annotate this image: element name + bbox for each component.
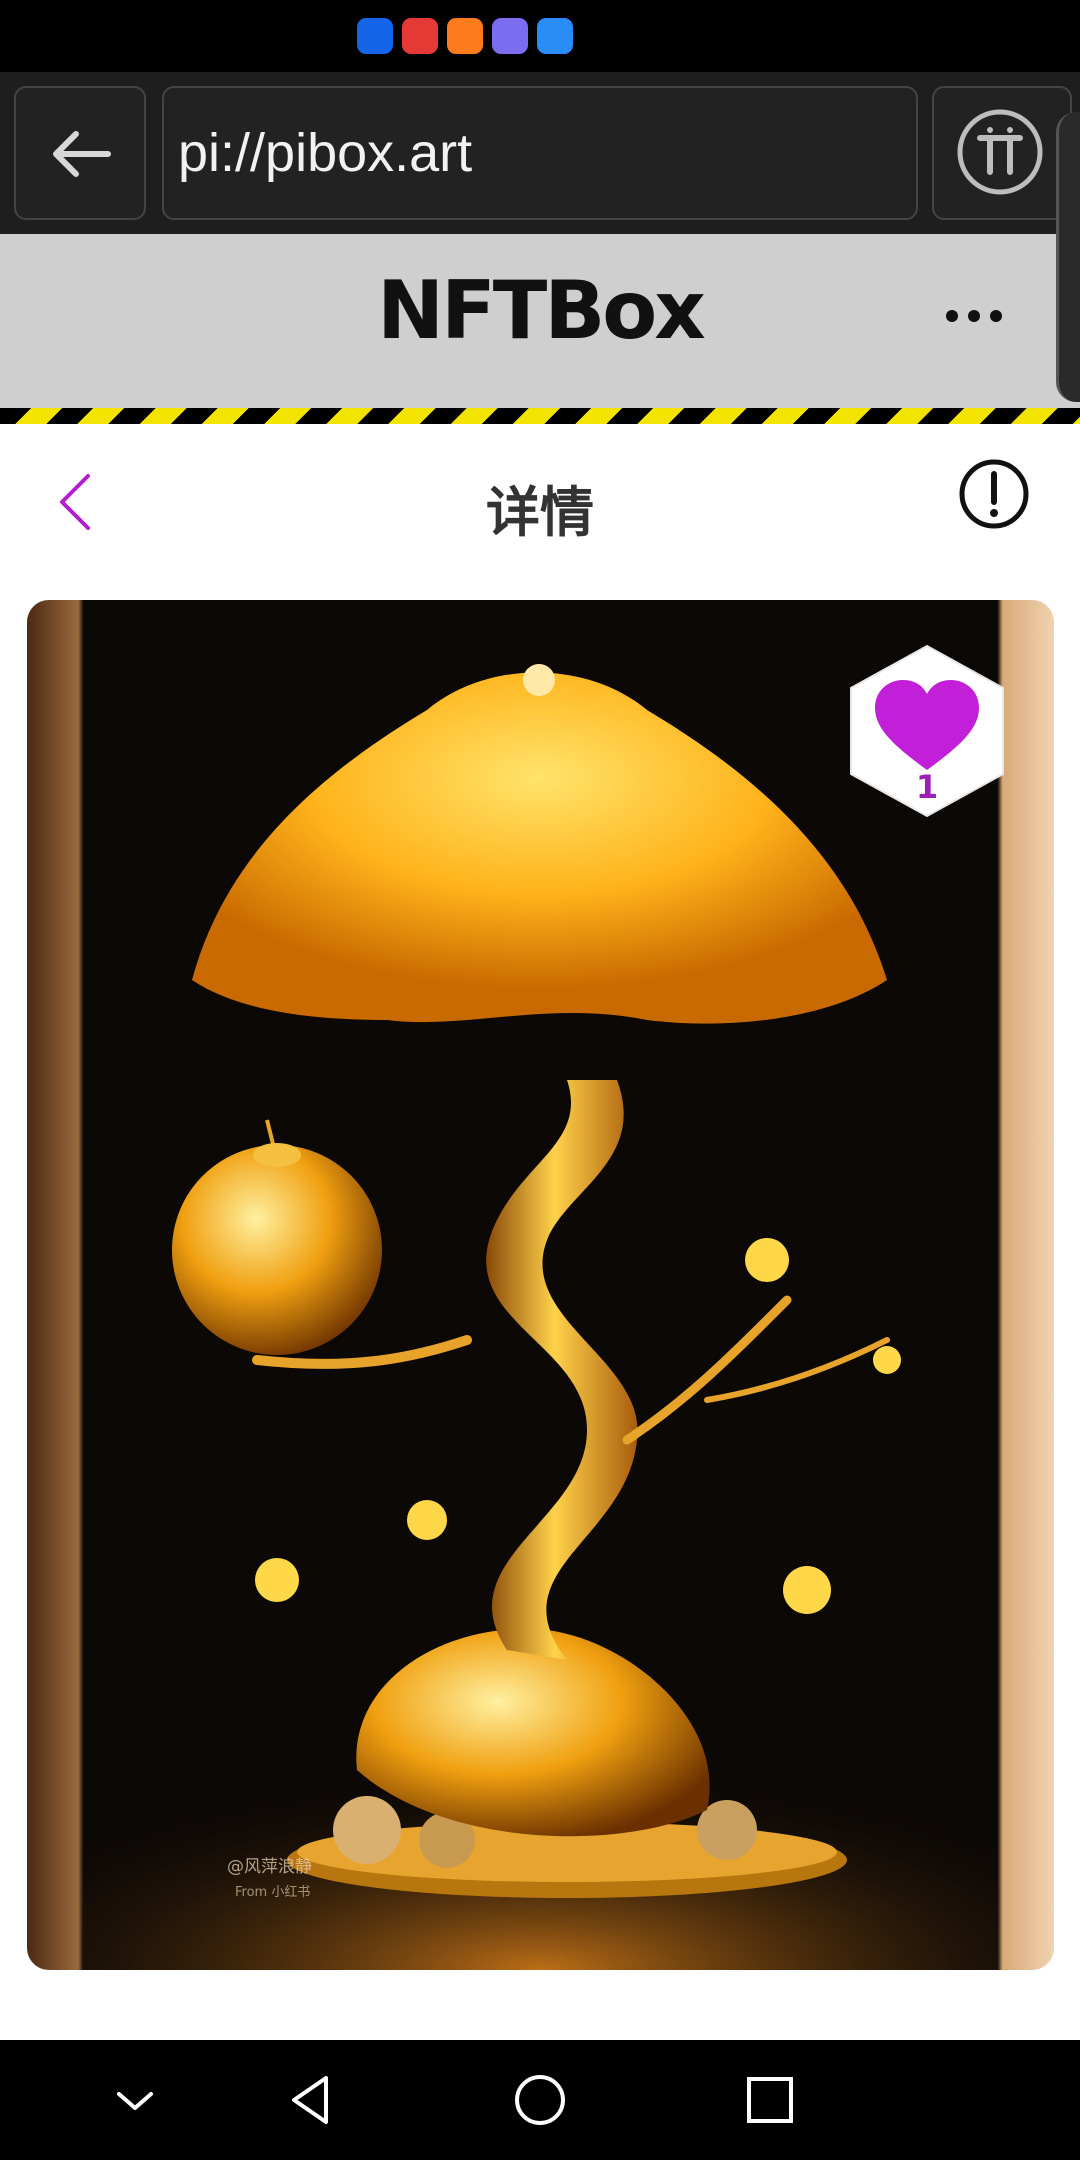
status-bar — [0, 0, 1080, 72]
url-field[interactable]: pi://pibox.art — [162, 86, 918, 220]
hazard-stripe-divider — [0, 408, 1080, 424]
app-title: NFTBox — [377, 264, 706, 357]
side-panel-handle[interactable] — [1056, 112, 1080, 402]
nft-image[interactable]: @风萍浪静 From 小红书 1 — [27, 600, 1054, 1970]
pi-browser-button[interactable] — [932, 86, 1072, 220]
info-icon[interactable] — [958, 458, 1030, 530]
page-title: 详情 — [486, 481, 594, 544]
nav-back-icon[interactable] — [280, 2070, 340, 2130]
system-nav-bar — [0, 2040, 1080, 2160]
page-header: 详情 — [0, 424, 1080, 574]
tips-notification-icon — [357, 18, 393, 54]
more-icon[interactable] — [944, 306, 1004, 326]
nav-collapse-icon[interactable] — [105, 2070, 165, 2130]
url-text: pi://pibox.art — [178, 123, 473, 183]
huawei-store-notification-icon — [402, 18, 438, 54]
watermark-text: @风萍浪静 — [227, 1857, 312, 1877]
back-arrow-icon — [53, 131, 111, 177]
nav-recents-icon[interactable] — [740, 2070, 800, 2130]
video-notification-icon — [447, 18, 483, 54]
pi-network-icon — [957, 109, 1043, 195]
nav-home-icon[interactable] — [510, 2070, 570, 2130]
cloud-notification-icon — [537, 18, 573, 54]
music-notification-icon — [492, 18, 528, 54]
app-header: NFTBox — [0, 234, 1080, 408]
watermark-source: From 小红书 — [235, 1884, 310, 1900]
like-count: 1 — [915, 768, 939, 806]
browser-bar: pi://pibox.art — [0, 72, 1080, 234]
browser-back-button[interactable] — [14, 86, 146, 220]
